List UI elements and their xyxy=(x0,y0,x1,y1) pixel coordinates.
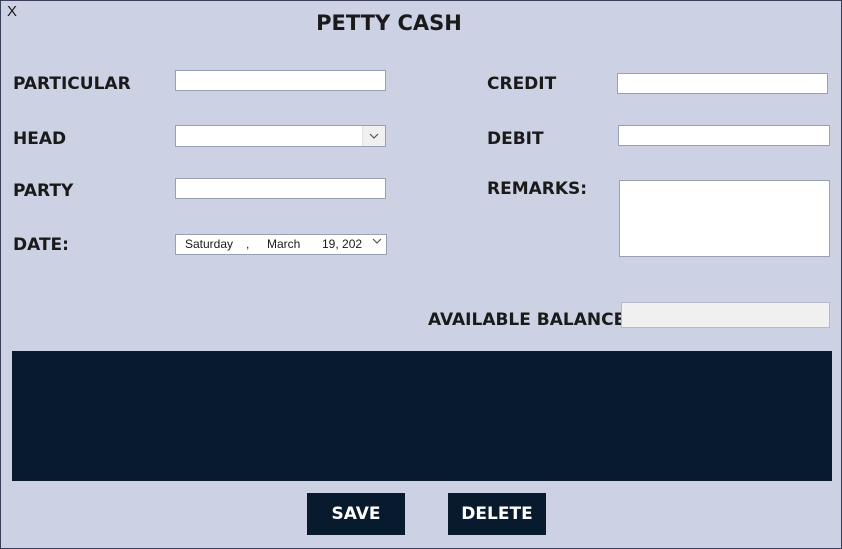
remarks-label: REMARKS: xyxy=(487,179,588,199)
available-balance-field xyxy=(621,302,830,328)
party-label: PARTY xyxy=(13,181,74,201)
date-label: DATE: xyxy=(13,235,69,255)
debit-input[interactable] xyxy=(618,125,830,146)
date-weekday: Saturday xyxy=(185,237,234,251)
save-button[interactable]: SAVE xyxy=(307,493,405,535)
date-month: March xyxy=(267,237,301,251)
chevron-down-icon[interactable] xyxy=(372,238,382,244)
particular-input[interactable] xyxy=(175,70,386,91)
date-day-year: 19, 202 xyxy=(322,237,363,251)
date-picker[interactable]: Saturday , March 19, 202 xyxy=(175,234,387,255)
head-select[interactable] xyxy=(175,125,386,147)
chevron-down-icon[interactable] xyxy=(362,126,385,146)
available-balance-label: AVAILABLE BALANCE xyxy=(428,310,626,330)
delete-button[interactable]: DELETE xyxy=(448,493,546,535)
party-input[interactable] xyxy=(175,178,386,199)
date-separator: , xyxy=(246,237,250,251)
debit-label: DEBIT xyxy=(487,129,544,149)
page-title: PETTY CASH xyxy=(316,11,462,35)
head-label: HEAD xyxy=(13,129,67,149)
records-grid[interactable] xyxy=(12,351,832,481)
remarks-textarea[interactable] xyxy=(619,180,830,257)
credit-input[interactable] xyxy=(617,73,828,94)
petty-cash-window: X PETTY CASH PARTICULAR HEAD PARTY DATE:… xyxy=(0,0,842,549)
particular-label: PARTICULAR xyxy=(13,74,131,94)
credit-label: CREDIT xyxy=(487,74,557,94)
